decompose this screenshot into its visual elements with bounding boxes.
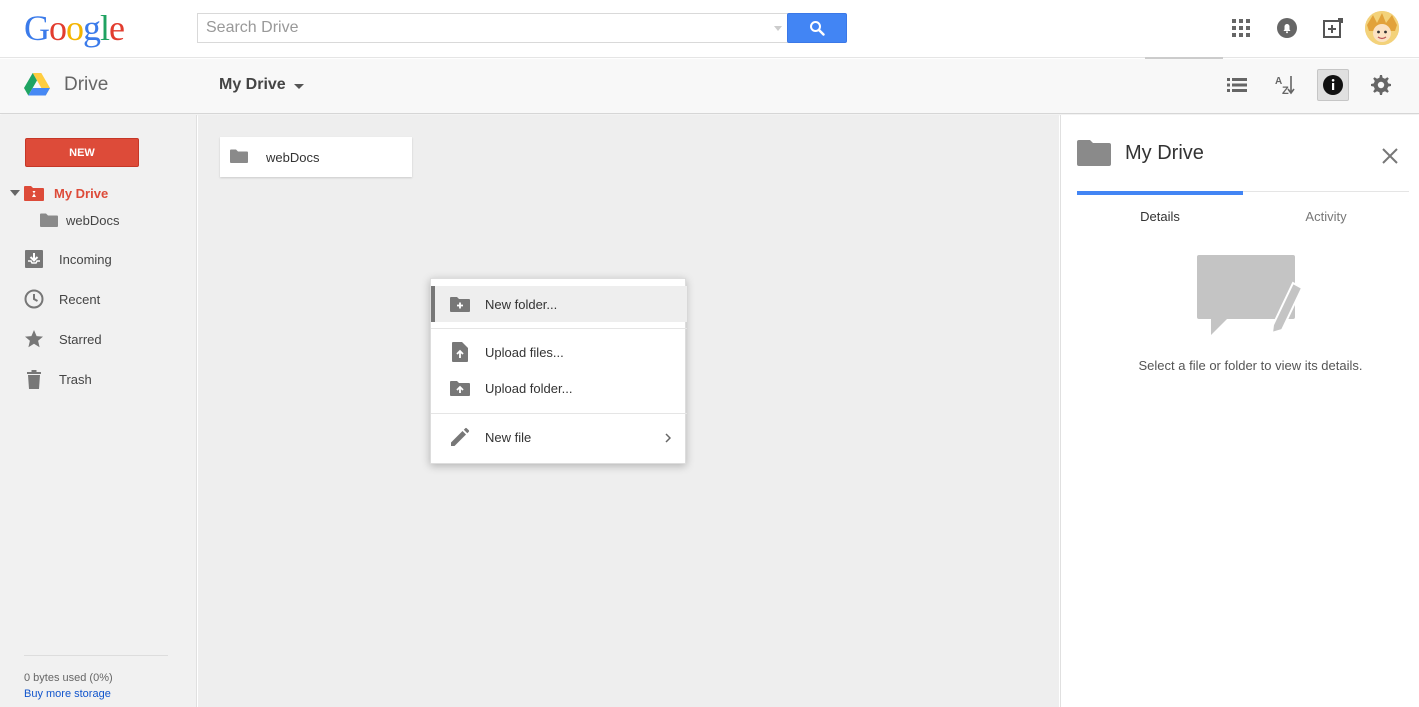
logo-letter: e [109,8,125,48]
list-view-icon[interactable] [1221,69,1253,101]
logo-letter: l [100,8,110,48]
share-add-icon[interactable] [1319,14,1347,42]
menu-item-new-file[interactable]: New file [431,419,687,455]
buy-storage-link[interactable]: Buy more storage [24,688,111,700]
folder-item-webdocs[interactable]: webDocs [220,137,412,177]
sidebar-item-label: Incoming [59,251,112,267]
expand-caret-icon[interactable] [10,190,20,196]
logo-letter: o [66,8,84,48]
sidebar-item-label: Starred [59,331,102,347]
menu-item-label: Upload files... [485,344,564,360]
details-panel: My Drive Details Activity Select a file … [1060,115,1419,707]
drive-brand[interactable]: Drive [24,73,108,96]
search-box [197,13,788,43]
sidebar-item-label: Trash [59,371,92,387]
search-icon [810,21,825,36]
sidebar-item-my-drive[interactable]: My Drive [0,178,197,208]
logo-letter: G [24,8,50,48]
pencil-icon [449,426,471,448]
folder-icon [230,149,248,168]
empty-details-illustration [1197,255,1307,345]
menu-item-label: New file [485,429,532,445]
sidebar-item-label: My Drive [54,185,109,201]
upload-file-icon [449,341,471,363]
google-logo[interactable]: Google [24,8,125,48]
new-folder-icon [449,293,471,315]
sidebar-item-recent[interactable]: Recent [0,284,197,314]
details-title: My Drive [1125,141,1204,164]
menu-divider [431,328,687,329]
notifications-icon[interactable] [1273,14,1301,42]
info-icon[interactable] [1317,69,1349,101]
details-header: My Drive [1077,139,1204,167]
folder-icon [39,210,59,230]
location-dropdown[interactable]: My Drive [219,76,304,94]
menu-item-label: New folder... [485,296,558,312]
clock-icon [24,289,44,309]
sidebar-item-label: Recent [59,291,101,307]
chevron-right-icon [665,431,672,446]
storage-divider [24,655,168,656]
sidebar-item-incoming[interactable]: Incoming [0,244,197,274]
menu-item-upload-files[interactable]: Upload files... [431,334,687,370]
top-bar: Google [0,0,1419,59]
settings-icon[interactable] [1365,69,1397,101]
drive-toolbar: Drive My Drive AZ [0,59,1419,114]
apps-grid-icon[interactable] [1227,14,1255,42]
context-menu: New folder... Upload files... Upload fol… [430,278,687,464]
menu-item-new-folder[interactable]: New folder... [431,286,687,322]
sidebar-item-label: webDocs [66,212,120,228]
menu-divider [431,413,687,414]
drive-folder-icon [24,183,44,203]
drive-logo-icon [24,73,50,96]
new-button[interactable]: NEW [25,138,139,167]
menu-item-upload-folder[interactable]: Upload folder... [431,370,687,406]
avatar[interactable] [1365,11,1399,45]
sidebar: NEW My Drive webDocs Incoming Recent Sta… [0,115,197,707]
sidebar-item-webdocs[interactable]: webDocs [0,205,197,235]
star-icon [24,329,44,349]
logo-letter: g [83,8,101,48]
sidebar-item-trash[interactable]: Trash [0,364,197,394]
search-options-caret-icon[interactable] [774,26,782,31]
svg-text:Z: Z [1282,85,1289,96]
tab-activity[interactable]: Activity [1243,191,1409,227]
search-input[interactable] [198,14,788,42]
chevron-down-icon [293,83,304,89]
storage-used-text: 0 bytes used (0%) [24,672,113,684]
view-toolbar: AZ [1221,69,1397,101]
account-toolbar [1227,10,1399,46]
close-icon[interactable] [1381,147,1399,165]
app-name: Drive [64,73,109,95]
logo-letter: o [49,8,67,48]
sort-az-icon[interactable]: AZ [1269,69,1301,101]
folder-name: webDocs [266,149,320,165]
trash-icon [24,369,44,389]
tab-details[interactable]: Details [1077,191,1243,227]
sidebar-item-starred[interactable]: Starred [0,324,197,354]
folder-icon [1077,140,1111,166]
menu-item-label: Upload folder... [485,380,573,396]
incoming-icon [24,249,44,269]
location-title: My Drive [219,76,286,93]
search-button[interactable] [787,13,847,43]
empty-details-message: Select a file or folder to view its deta… [1138,358,1363,373]
upload-folder-icon [449,377,471,399]
